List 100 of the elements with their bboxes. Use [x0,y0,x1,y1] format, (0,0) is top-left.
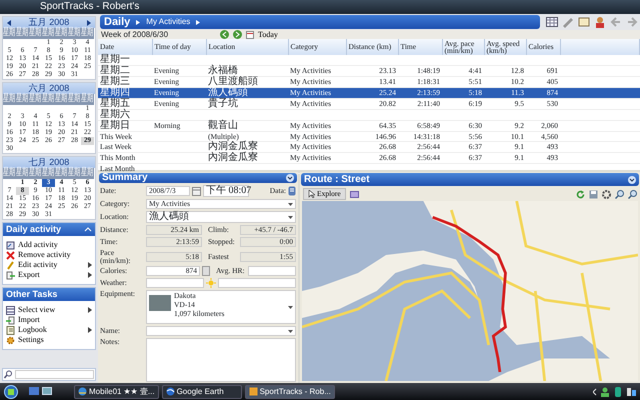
card-icon[interactable] [578,16,590,28]
dropdown-field[interactable] [146,326,296,336]
weekday-header: 星期 [29,94,42,104]
time-field[interactable]: 下午 08:07 [203,185,249,197]
today-button[interactable]: Today [246,30,278,38]
task-item[interactable]: Add activity [3,240,95,250]
weekday-header: 星期 [81,94,94,104]
panel-title: Route : Street [304,174,370,184]
network-icon[interactable] [626,386,636,396]
table-cell: 貴子坑 [208,98,238,109]
table-cell: 星期六 [100,109,130,120]
weekday-header: 星期 [16,28,28,38]
refresh-icon[interactable] [576,190,585,198]
window-title: SportTracks - Robert's [40,1,140,12]
panel-title: Daily activity [6,225,62,234]
person-icon[interactable] [594,16,606,28]
table-row[interactable]: 星期六 [98,110,640,120]
pointer-icon [308,190,315,198]
grid-icon[interactable] [546,16,558,28]
breadcrumb-link[interactable]: My Activities [146,18,190,26]
table-cell: 觀音山 [208,120,238,131]
calendar-icon[interactable] [192,186,201,196]
task-item[interactable]: Remove activity [3,250,95,260]
weekday-header: 星期 [29,168,42,178]
weekday-header: 星期 [29,28,42,38]
taskbar-button[interactable]: Mobile01 ★★ 壹... [74,384,159,398]
globe-icon [166,387,175,396]
dropdown-field[interactable]: 漁人碼頭 [146,211,296,223]
week-label: Week of 2008/6/30 [101,30,168,38]
next-icon[interactable] [86,20,92,26]
input-field[interactable] [218,278,296,288]
task-item[interactable]: Edit activity [3,260,95,270]
notes-field[interactable] [146,338,296,382]
dropdown-arrow-icon [288,330,293,332]
taskbar-button[interactable]: Google Earth [162,384,242,398]
task-item[interactable]: Import [3,315,95,325]
select-icon[interactable] [350,190,359,198]
weekday-header: 星期 [68,28,80,38]
dropdown-arrow-icon [288,202,293,206]
weekday-header: 星期 [3,94,16,104]
settings-icon[interactable] [602,190,611,198]
weekday-header: 星期 [3,28,16,38]
weekday-header: 星期 [42,94,54,104]
data-icon[interactable] [288,186,296,196]
task-item[interactable]: Export [3,270,95,280]
month-title: 七月 2008 [28,158,70,167]
collapse-icon[interactable] [628,176,636,184]
weekday-header: 星期 [16,94,28,104]
search-icon [4,370,13,379]
task-item[interactable]: Select view [3,305,95,315]
table-cell: 星期五 [100,98,130,109]
collapse-icon[interactable] [84,226,92,233]
chevron-icon [136,20,140,24]
window-switch-icon[interactable] [42,387,52,396]
weekday-header: 星期 [68,94,80,104]
previous-icon[interactable] [6,20,12,26]
weekday-header: 星期 [68,168,80,178]
tray-expand-icon[interactable] [593,388,597,396]
table-cell: 星期日 [100,120,130,131]
table-row[interactable]: 星期一 [98,55,640,66]
weekday-header: 星期 [55,94,68,104]
search-field[interactable] [2,368,96,381]
table-cell: 星期三 [100,76,130,87]
zoom-in-icon[interactable] [615,190,624,198]
task-item[interactable]: Settings [3,335,95,345]
start-button[interactable] [4,384,18,398]
weekday-header: 星期 [16,168,28,178]
pen-icon[interactable] [562,16,574,28]
header-title: Daily [104,16,130,28]
month-title: 五月 2008 [28,18,70,27]
weekday-header: 星期 [3,168,16,178]
page-icon [6,240,15,250]
zoom-out-icon[interactable] [628,190,637,198]
table-cell: 星期一 [100,54,130,65]
app-icon [248,387,258,396]
table-cell: 星期四 [100,87,130,98]
table-cell: 永福橋 [208,65,238,76]
input-field[interactable] [146,278,204,288]
settings-icon [6,336,15,344]
cross-icon [6,250,15,260]
browser-icon [78,387,87,396]
export-icon [6,270,15,280]
task-item[interactable]: Logbook [3,325,95,335]
desktop-icon[interactable] [29,387,39,396]
calculator-icon[interactable] [202,266,210,276]
panel-title: Summary [102,173,148,183]
taskbar-button[interactable]: SportTracks - Rob... [244,384,335,398]
dropdown-arrow-icon [288,306,293,308]
next-icon[interactable] [233,30,242,39]
photo-placeholder [149,295,171,311]
panel-title: Other Tasks [6,290,58,299]
pencil-icon [6,260,15,270]
table-cell: 內洞金瓜寮 [208,141,258,152]
people-icon[interactable] [600,386,610,396]
save-icon[interactable] [589,190,598,198]
input-field[interactable] [248,266,296,276]
table-cell: 星期二 [100,65,130,76]
collapse-icon[interactable] [286,174,294,182]
previous-icon[interactable] [220,30,230,39]
calendar-icon [246,30,254,38]
